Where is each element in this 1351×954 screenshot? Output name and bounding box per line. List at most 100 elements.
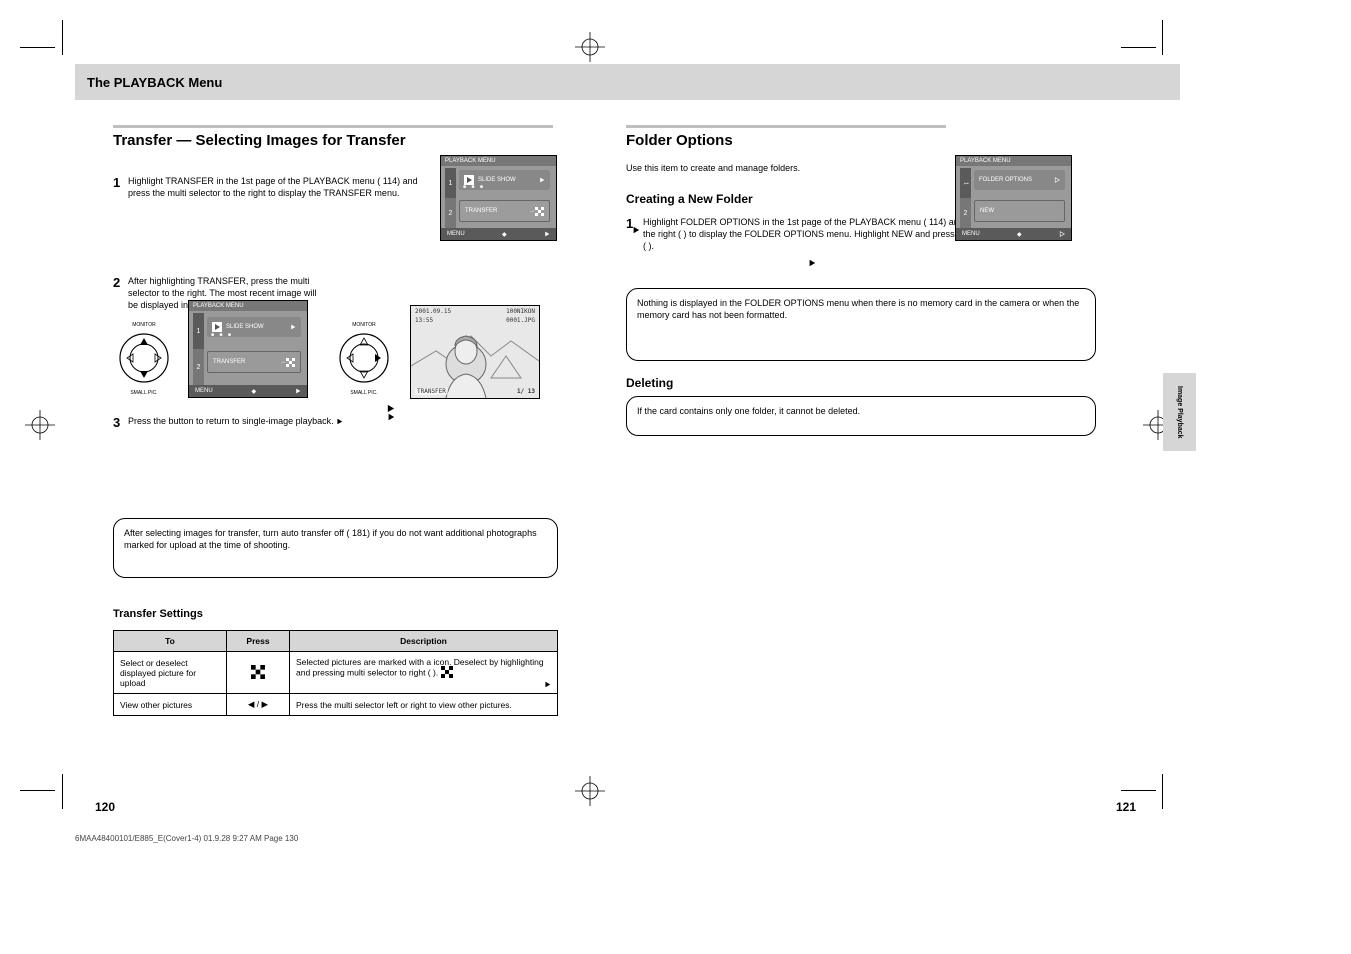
menu-row-transfer-label: TRANSFER	[465, 208, 529, 214]
info-box-one-folder: If the card contains only one folder, it…	[626, 396, 1096, 436]
step-1-number: 1	[113, 175, 120, 190]
triangle-right-icon	[643, 228, 650, 235]
page-number-right: 121	[1116, 800, 1136, 814]
r2-press: ◀ / ▶	[227, 694, 290, 716]
playback-menu-thumb-2: PLAYBACK MENU 1 2 SLIDE SHOW ■ ■ ■ TRANS…	[188, 300, 308, 398]
section-divider	[113, 125, 553, 128]
menu-row-transfer-2: TRANSFER →	[207, 351, 301, 373]
info-box-no-card-text: Nothing is displayed in the FOLDER OPTIO…	[637, 298, 1079, 320]
section-divider-b	[626, 125, 946, 128]
updown-icon: ◆	[502, 231, 507, 238]
section-title-transfer: Transfer — Selecting Images for Transfer	[113, 132, 406, 149]
screen-transfer: TRANSFER	[415, 388, 448, 395]
dpad-bottom-label: SMALL PIC.	[130, 390, 157, 396]
menu-header-2: PLAYBACK MENU	[189, 301, 307, 311]
section-title-folder: Folder Options	[626, 132, 733, 149]
menu-row-folder-label: FOLDER OPTIONS	[979, 177, 1054, 183]
menu-row-new-label: NEW	[980, 208, 1059, 214]
sub-deleting: Deleting	[626, 376, 673, 390]
print-job-label: 6MAA48400101/E885_E(Cover1-4) 01.9.28 9:…	[75, 834, 298, 843]
menu-row-transfer: TRANSFER →	[459, 200, 550, 222]
triangle-right-icon	[632, 226, 640, 234]
menu-row-slideshow-2-label: SLIDE SHOW	[226, 324, 290, 330]
menu-tab-1b: 1	[193, 313, 204, 349]
screen-date: 2001.09.15	[415, 308, 451, 315]
screen-count: 1/ 13	[517, 388, 535, 395]
step-1-text: Highlight TRANSFER in the 1st page of th…	[128, 175, 433, 199]
screen-file: 0001.JPG	[506, 317, 535, 324]
info-box-one-folder-text: If the card contains only one folder, it…	[637, 406, 860, 416]
screen-time: 13:55	[415, 317, 433, 324]
chevron-right-icon	[1054, 177, 1060, 183]
folder-intro: Use this item to create and manage folde…	[626, 162, 941, 174]
updown-icon: ◆	[252, 388, 257, 395]
menu-header-2-text: PLAYBACK MENU	[193, 303, 244, 309]
svg-text:SMALL PIC.: SMALL PIC.	[350, 390, 377, 396]
info-box-text: After selecting images for transfer, tur…	[124, 528, 537, 550]
side-tab: Image Playback	[1163, 373, 1196, 451]
svg-text:MONITOR: MONITOR	[352, 322, 376, 328]
down-arrow-icon	[140, 371, 148, 378]
step-2-number: 2	[113, 275, 120, 290]
page-number-left: 120	[95, 800, 115, 814]
r2-to: View other pictures	[114, 694, 227, 716]
menu-footer-left-2: MENU	[195, 388, 213, 394]
th-press: Press	[227, 631, 290, 652]
menu-footer-r: MENU ◆	[956, 228, 1071, 240]
transfer-settings-title: Transfer Settings	[113, 608, 203, 620]
sub-creating-folder: Creating a New Folder	[626, 192, 753, 206]
menu-row-sub-2: ■ ■ ■	[211, 332, 233, 338]
transfer-icon	[251, 665, 265, 679]
r1-press	[227, 652, 290, 694]
menu-tab-r1: 1	[960, 168, 971, 198]
chevron-right-icon	[1059, 231, 1065, 237]
up-arrow-icon	[140, 338, 148, 345]
folder-options-menu-thumb: PLAYBACK MENU 1 2 FOLDER OPTIONS NEW MEN…	[955, 155, 1072, 241]
play-icon	[212, 322, 222, 332]
menu-header-r: PLAYBACK MENU	[956, 156, 1071, 166]
menu-tab-2b: 2	[193, 349, 204, 385]
registration-mark-left	[25, 410, 55, 440]
menu-footer-left: MENU	[447, 231, 465, 237]
menu-header-text: PLAYBACK MENU	[445, 158, 496, 164]
step-3-number: 3	[113, 415, 120, 430]
header-title: The PLAYBACK Menu	[87, 75, 222, 90]
r1-desc-text: Selected pictures are marked with a icon…	[296, 657, 544, 677]
menu-row-folder-options: FOLDER OPTIONS	[974, 170, 1065, 190]
menu-tab-1: 1	[445, 168, 456, 198]
info-box-transfer-off: After selecting images for transfer, tur…	[113, 518, 558, 578]
screen-folder: 100NIKON	[506, 308, 535, 315]
step-3-text: Press the button to return to single-ima…	[128, 415, 538, 427]
menu-row-transfer-2-label: TRANSFER	[213, 359, 280, 365]
info-box-no-card: Nothing is displayed in the FOLDER OPTIO…	[626, 288, 1096, 361]
side-tab-label: Image Playback	[1176, 386, 1183, 439]
registration-mark-bottom	[575, 776, 605, 806]
r1-desc: Selected pictures are marked with a icon…	[290, 652, 558, 694]
menu-header-r-text: PLAYBACK MENU	[960, 158, 1011, 164]
triangle-right-icon	[808, 259, 816, 267]
transfer-icon	[441, 666, 453, 678]
menu-row-sub: ■ ■ ■	[463, 184, 485, 190]
menu-footer: MENU ◆	[441, 228, 556, 240]
header-bar: The PLAYBACK Menu	[75, 64, 1180, 100]
dpad-illustration-2: MONITOR SMALL PIC.	[333, 318, 395, 396]
play-triangle-icon	[387, 413, 395, 421]
triangle-right-icon	[336, 418, 343, 425]
menu-tab-r2: 2	[960, 198, 971, 228]
step-3-body: Press the button to return to single-ima…	[128, 416, 334, 426]
triangle-right-icon	[544, 681, 551, 688]
transfer-settings-table: To Press Description Select or deselect …	[113, 630, 558, 716]
menu-footer-2: MENU ◆	[189, 385, 307, 397]
chevron-right-icon	[295, 388, 301, 394]
updown-icon: ◆	[1017, 231, 1022, 238]
dpad-top-label: MONITOR	[132, 322, 156, 328]
r2-desc: Press the multi selector left or right t…	[290, 694, 558, 716]
registration-mark-top	[575, 32, 605, 62]
menu-footer-left-r: MENU	[962, 231, 980, 237]
th-to: To	[114, 631, 227, 652]
chevron-right-icon	[290, 324, 296, 330]
menu-row-slideshow-label: SLIDE SHOW	[478, 177, 539, 183]
transfer-icon	[535, 207, 544, 216]
menu-row-new: NEW	[974, 200, 1065, 222]
transfer-icon	[286, 358, 295, 367]
